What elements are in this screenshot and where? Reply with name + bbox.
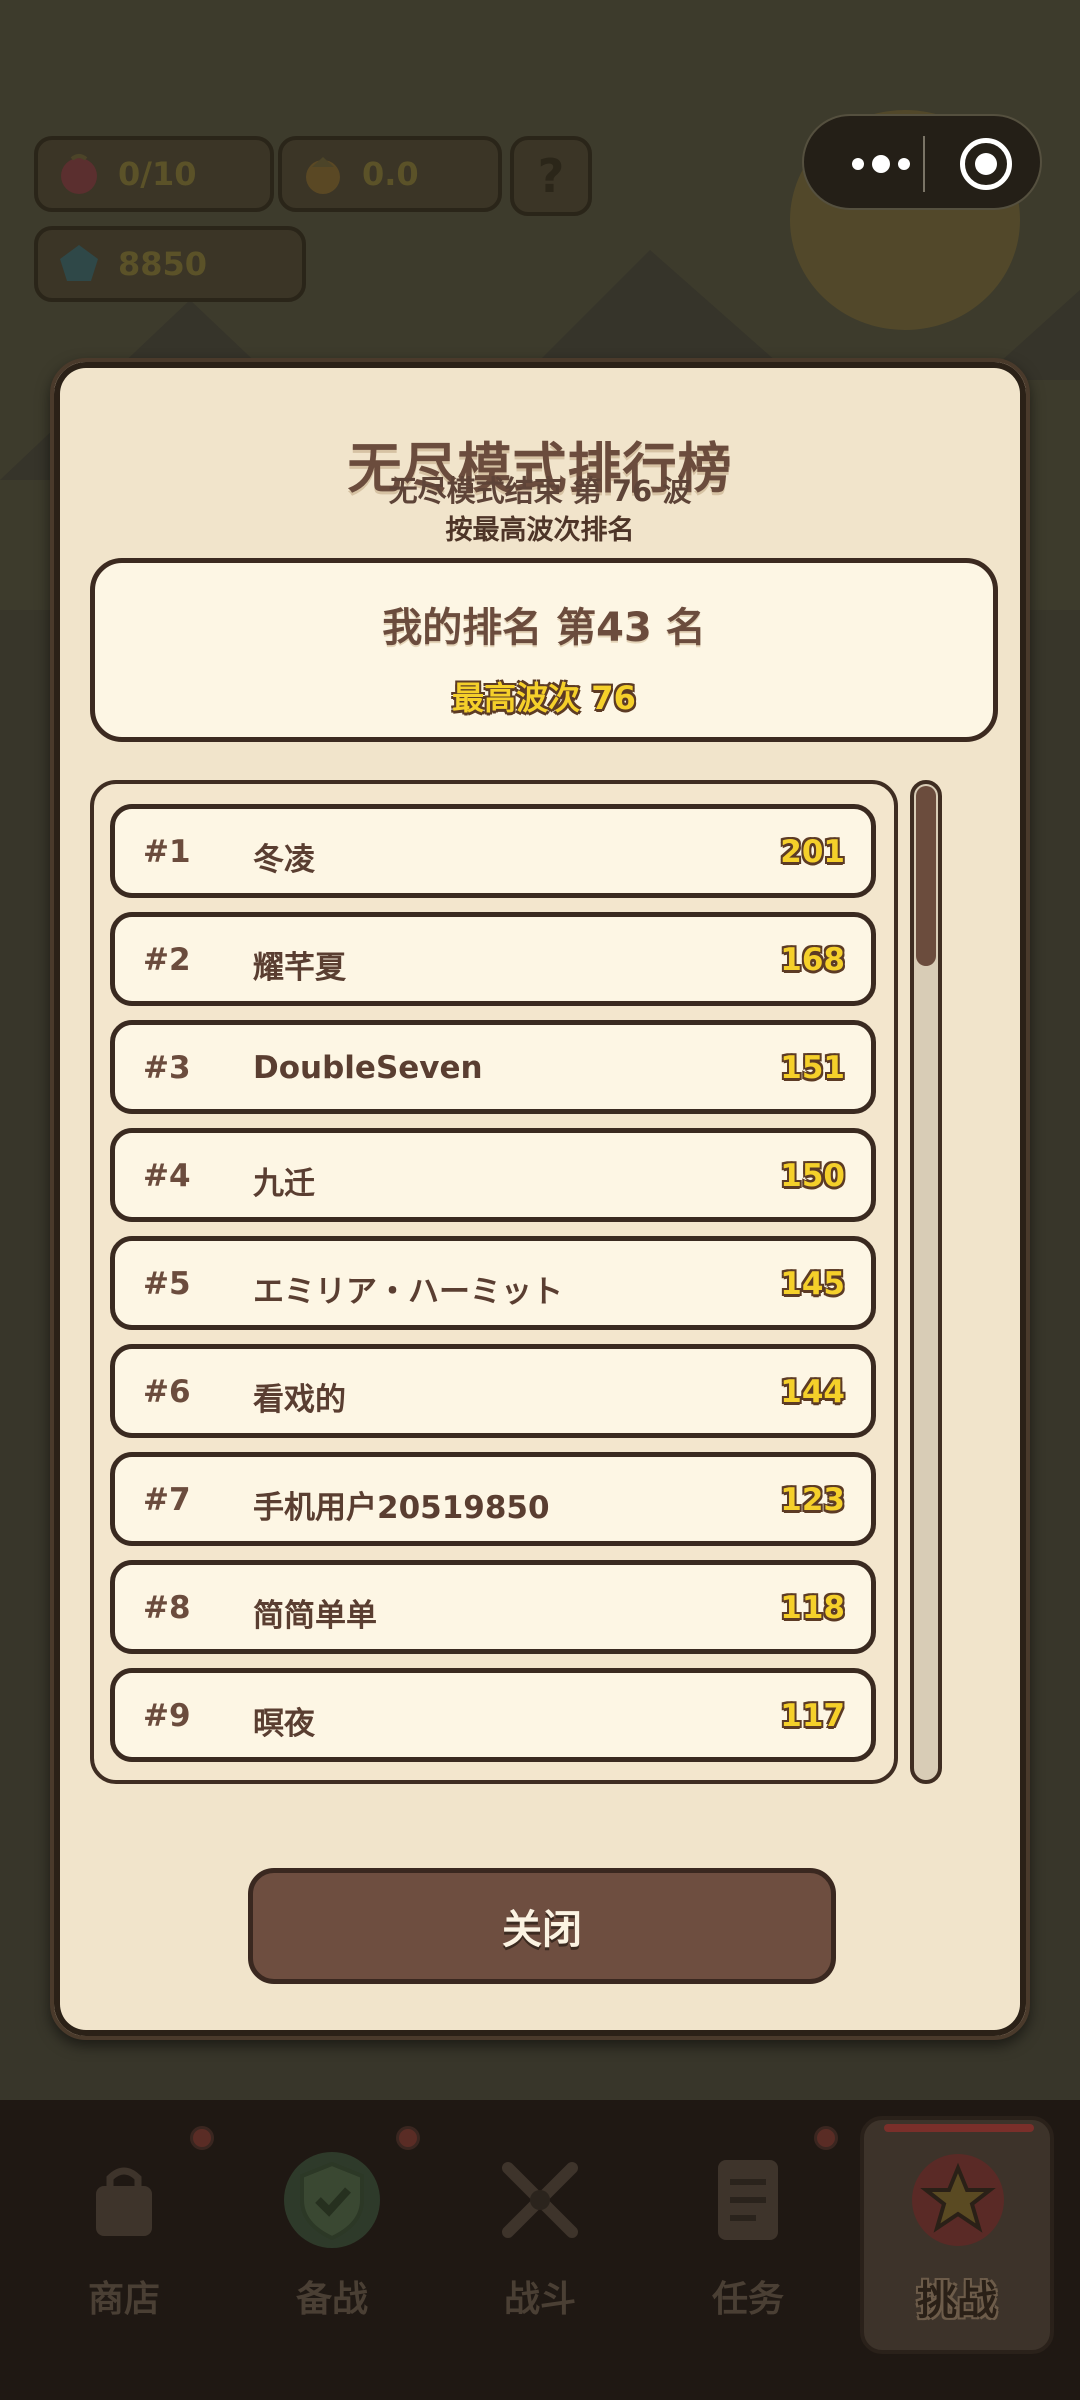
row-score: 201: [780, 834, 845, 870]
row-player-name: 简简单单: [253, 1598, 377, 1634]
row-score: 144: [780, 1374, 845, 1410]
energy-value: 0.0: [362, 155, 419, 193]
row-rank: #6: [143, 1374, 191, 1410]
hearts-value: 0/10: [118, 155, 197, 193]
leaderboard-row: #8 简简单单 118: [110, 1560, 876, 1654]
nav-tasks-label: 任务: [711, 2279, 784, 2320]
row-rank: #1: [143, 834, 191, 870]
row-score: 168: [780, 942, 845, 978]
bag-icon: [96, 2167, 152, 2236]
row-rank: #2: [143, 942, 191, 978]
heart-icon: [61, 154, 97, 194]
notification-dot: [396, 2126, 420, 2150]
nav-tasks[interactable]: 任务: [648, 2100, 848, 2400]
active-indicator: [884, 2124, 1034, 2132]
energy-counter: 0.0: [278, 136, 502, 212]
nav-prepare-label: 备战: [295, 2279, 368, 2320]
row-player-name: エミリア・ハーミット: [253, 1274, 563, 1310]
nav-battle-label: 战斗: [503, 2279, 576, 2320]
row-score: 145: [780, 1266, 845, 1302]
row-player-name: DoubleSeven: [253, 1050, 483, 1086]
my-rank-text: 我的排名 第43 名: [382, 605, 706, 651]
notification-dot: [190, 2126, 214, 2150]
row-score: 117: [780, 1698, 845, 1734]
leaderboard-row: #9 暝夜 117: [110, 1668, 876, 1762]
row-rank: #9: [143, 1698, 191, 1734]
nav-shop-label: 商店: [87, 2279, 160, 2320]
row-rank: #7: [143, 1482, 191, 1518]
leaderboard-row: #2 耀芊夏 168: [110, 912, 876, 1006]
leaderboard-row: #6 看戏的 144: [110, 1344, 876, 1438]
row-player-name: 冬凌: [253, 842, 315, 878]
my-rank-card: 我的排名 第43 名 最高波次 76: [90, 558, 998, 742]
row-score: 123: [780, 1482, 845, 1518]
gems-counter: 8850: [34, 226, 306, 302]
leaderboard-row: #7 手机用户20519850 123: [110, 1452, 876, 1546]
leaderboard-row: #3 DoubleSeven 151: [110, 1020, 876, 1114]
gems-value: 8850: [118, 245, 208, 283]
modal-subtitle: 无尽模式结束 第 76 波: [388, 474, 692, 508]
close-button[interactable]: 关闭: [248, 1868, 836, 1984]
nav-battle[interactable]: 战斗: [440, 2100, 640, 2400]
leaderboard-row: #1 冬凌 201: [110, 804, 876, 898]
my-best-wave: 最高波次 76: [452, 679, 636, 717]
nav-prepare[interactable]: 备战: [232, 2100, 432, 2400]
star-icon: [912, 2154, 1004, 2246]
scrollbar[interactable]: [910, 780, 942, 1784]
row-player-name: 九迁: [253, 1166, 315, 1202]
row-player-name: 看戏的: [253, 1382, 346, 1418]
leaderboard-row: #5 エミリア・ハーミット 145: [110, 1236, 876, 1330]
row-rank: #5: [143, 1266, 191, 1302]
row-player-name: 手机用户20519850: [253, 1490, 550, 1526]
target-close-icon[interactable]: [960, 138, 1012, 190]
gem-icon: [60, 245, 98, 281]
row-rank: #3: [143, 1050, 191, 1086]
crossed-swords-icon: [502, 2162, 578, 2238]
scrollbar-thumb[interactable]: [916, 786, 936, 966]
row-score: 118: [780, 1590, 845, 1626]
help-button[interactable]: ?: [510, 136, 592, 216]
capsule-divider: [923, 136, 925, 192]
row-score: 151: [780, 1050, 845, 1086]
row-player-name: 耀芊夏: [253, 950, 346, 986]
leaderboard-list[interactable]: #1 冬凌 201 #2 耀芊夏 168 #3 DoubleSeven 151 …: [90, 780, 898, 1784]
shield-check-icon: [284, 2152, 380, 2248]
hearts-counter: 0/10: [34, 136, 274, 212]
row-rank: #4: [143, 1158, 191, 1194]
nav-shop[interactable]: 商店: [24, 2100, 224, 2400]
sort-note: 按最高波次排名: [445, 515, 635, 546]
miniprogram-capsule: [802, 114, 1042, 210]
row-rank: #8: [143, 1590, 191, 1626]
close-button-label: 关闭: [502, 1907, 582, 1953]
row-player-name: 暝夜: [253, 1706, 315, 1742]
more-dots-icon[interactable]: [836, 146, 926, 182]
clipboard-icon: [718, 2160, 778, 2240]
row-score: 150: [780, 1158, 845, 1194]
notification-dot: [814, 2126, 838, 2150]
nav-challenge[interactable]: 挑战: [860, 2116, 1054, 2354]
leaderboard-row: #4 九迁 150: [110, 1128, 876, 1222]
leaderboard-modal: 无尽模式排行榜 无尽模式结束 第 76 波 按最高波次排名 我的排名 第43 名…: [50, 358, 1030, 2040]
nav-challenge-label: 挑战: [917, 2278, 997, 2324]
acorn-icon: [306, 157, 340, 194]
